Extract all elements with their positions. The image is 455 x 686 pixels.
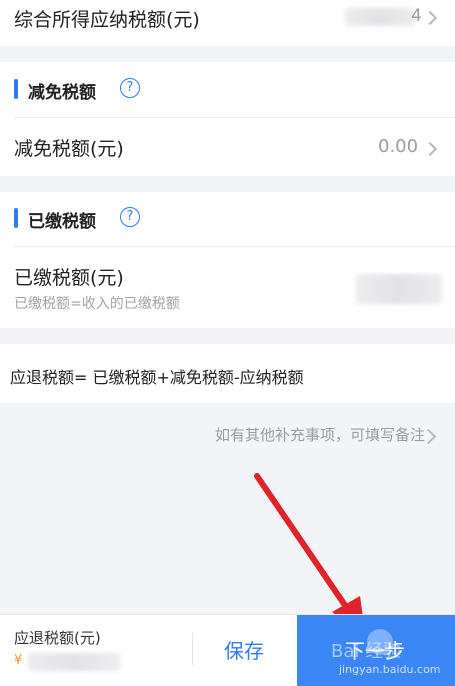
refund-amount-label: 应退税额(元)	[14, 629, 101, 647]
chevron-right-icon	[422, 10, 438, 26]
refund-amount-blurred	[28, 653, 120, 671]
paid-amount-input-blurred[interactable]	[356, 274, 442, 304]
tax-payable-value-suffix: 4	[411, 6, 422, 26]
watermark-text-bottom: jingyan.baidu.com	[339, 663, 441, 676]
chevron-right-icon	[422, 141, 438, 157]
help-icon[interactable]: ?	[120, 78, 140, 98]
add-note-link[interactable]: 如有其他补充事项，可填写备注	[0, 420, 455, 450]
tax-payable-row[interactable]: 综合所得应纳税额(元) 4	[0, 0, 455, 46]
help-icon[interactable]: ?	[120, 207, 140, 227]
reduction-section: 减免税额 ? 减免税额(元) 0.00	[0, 62, 455, 176]
paid-section-title: 已缴税额	[28, 212, 96, 232]
reduction-amount-value: 0.00	[378, 136, 419, 157]
next-step-button[interactable]: 下一步 Bai 经验 jingyan.baidu.com	[297, 615, 455, 686]
watermark-text-top: Bai 经验	[331, 641, 402, 662]
footer-bar: 应退税额(元) ¥ 保存 下一步 Bai 经验 jingyan.baidu.co…	[0, 614, 455, 686]
footer-divider	[192, 633, 193, 665]
add-note-text: 如有其他补充事项，可填写备注	[214, 426, 425, 444]
section-accent-bar	[14, 208, 18, 228]
paid-section: 已缴税额 ? 已缴税额(元) 已缴税额=收入的已缴税额	[0, 192, 455, 328]
formula-row: 应退税额= 已缴税额+减免税额-应纳税额	[0, 344, 455, 403]
reduction-amount-label: 减免税额(元)	[14, 138, 124, 160]
currency-symbol: ¥	[14, 653, 23, 668]
reduction-section-title: 减免税额	[28, 83, 96, 103]
tax-payable-label: 综合所得应纳税额(元)	[14, 9, 200, 31]
paid-amount-hint: 已缴税额=收入的已缴税额	[14, 296, 180, 312]
refund-formula: 应退税额= 已缴税额+减免税额-应纳税额	[10, 368, 304, 387]
reduction-amount-row[interactable]: 减免税额(元) 0.00	[0, 118, 455, 176]
paid-amount-label: 已缴税额(元)	[14, 267, 124, 289]
divider	[14, 246, 455, 247]
tax-payable-value-blurred	[345, 8, 415, 26]
section-accent-bar	[14, 79, 18, 99]
save-button[interactable]: 保存	[224, 635, 264, 664]
